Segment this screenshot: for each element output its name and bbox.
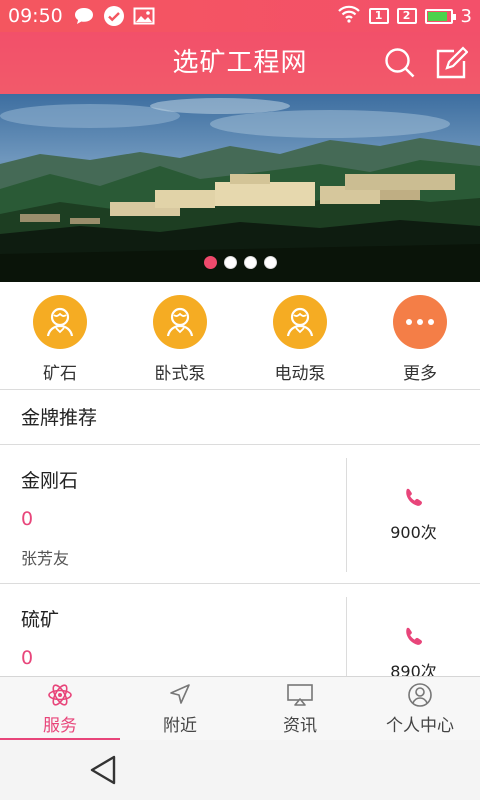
app-header: 选矿工程网: [0, 32, 480, 94]
category-item[interactable]: 矿石: [0, 282, 120, 389]
tab-label: 服务: [43, 716, 77, 736]
category-label: 更多: [403, 364, 437, 384]
battery-icon: [424, 8, 456, 24]
category-label: 电动泵: [274, 364, 326, 384]
tab-label: 资讯: [283, 716, 317, 736]
cast-icon: [287, 684, 313, 706]
navigation-icon: [170, 684, 190, 704]
carousel-dot[interactable]: [263, 256, 277, 269]
carousel-dot[interactable]: [223, 256, 237, 269]
chat-icon: [73, 6, 95, 26]
tab-label: 附近: [163, 716, 197, 736]
person-icon: [273, 295, 327, 349]
bottom-tab-bar: 服务 附近 资讯 个人中心: [0, 676, 480, 741]
search-icon: [385, 48, 415, 78]
battery-fill: [427, 11, 447, 21]
more-icon: [393, 295, 447, 349]
wifi-icon: [337, 5, 361, 28]
call-count: 900次: [390, 523, 437, 542]
edit-button[interactable]: [434, 46, 469, 80]
banner-carousel[interactable]: [0, 94, 480, 282]
status-right: 1 2 3: [337, 5, 472, 28]
app-screen: 09:50 1 2 3 选矿工程网 矿石 卧式泵 电动泵 更多 金牌推荐 金刚石…: [0, 0, 480, 800]
banner-image: [0, 98, 480, 282]
tab-nearby[interactable]: 附近: [120, 677, 240, 741]
sim2-icon: 2: [396, 8, 417, 24]
tab-services[interactable]: 服务: [0, 677, 120, 741]
system-navigation-bar: [0, 740, 480, 800]
sim1-icon: 1: [368, 8, 389, 24]
back-icon: [90, 755, 116, 785]
battery-text: 3: [460, 5, 472, 27]
carousel-indicators[interactable]: [0, 256, 480, 269]
section-title: 金牌推荐: [0, 391, 480, 445]
tab-label: 个人中心: [386, 716, 454, 736]
category-item[interactable]: 电动泵: [240, 282, 360, 389]
carousel-dot[interactable]: [203, 256, 217, 269]
tab-news[interactable]: 资讯: [240, 677, 360, 741]
category-grid: 矿石 卧式泵 电动泵 更多: [0, 282, 480, 390]
person-icon: [153, 295, 207, 349]
check-circle-icon: [103, 5, 125, 27]
image-icon: [133, 6, 155, 26]
carousel-dot[interactable]: [243, 256, 257, 269]
list-item[interactable]: 金刚石 0 张芳友 900次: [0, 446, 480, 584]
status-bar: 09:50 1 2 3: [0, 0, 480, 32]
tab-profile[interactable]: 个人中心: [360, 677, 480, 741]
category-label: 矿石: [43, 364, 77, 384]
phone-icon: [405, 627, 422, 645]
category-item[interactable]: 更多: [360, 282, 480, 389]
item-name: 金刚石: [21, 470, 79, 492]
phone-icon: [405, 488, 422, 506]
item-name: 硫矿: [21, 609, 60, 631]
call-button[interactable]: 900次: [347, 446, 480, 584]
category-label: 卧式泵: [154, 364, 206, 384]
item-count: 0: [21, 508, 34, 530]
search-button[interactable]: [383, 46, 417, 80]
item-count: 0: [21, 647, 34, 669]
edit-icon: [436, 46, 469, 79]
user-icon: [408, 683, 432, 707]
person-icon: [33, 295, 87, 349]
item-owner: 张芳友: [21, 549, 70, 568]
category-item[interactable]: 卧式泵: [120, 282, 240, 389]
back-button[interactable]: [88, 754, 118, 786]
atom-icon: [48, 684, 72, 706]
status-time: 09:50: [8, 5, 63, 27]
